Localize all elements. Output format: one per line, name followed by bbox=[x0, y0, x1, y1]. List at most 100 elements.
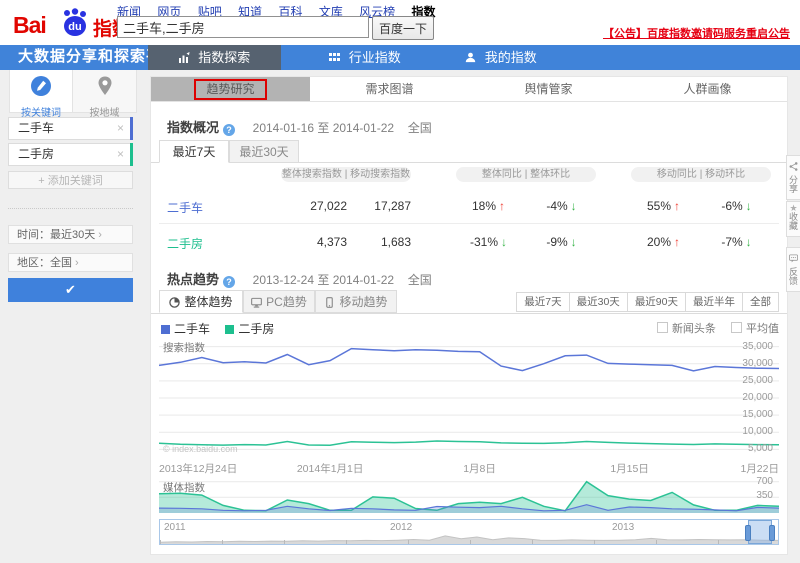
mobile-yoy: 55% ↑ bbox=[646, 199, 681, 213]
tab-sentiment-manager[interactable]: 舆情管家 bbox=[469, 77, 628, 101]
keyword-item-0[interactable]: 二手车 × bbox=[8, 117, 133, 140]
trend-tab-pc[interactable]: PC趋势 bbox=[243, 290, 315, 313]
announcement-link[interactable]: 【公告】百度指数邀请码服务重启公告 bbox=[603, 25, 790, 41]
timeline-year-labels: 2011 2012 2013 bbox=[160, 522, 778, 534]
trend-date-range: 2013-12-24 至 2014-01-22 bbox=[252, 273, 395, 287]
speech-bubble-icon bbox=[789, 254, 798, 263]
media-index-chart-title: 媒体指数 bbox=[163, 482, 205, 494]
trend-tab-overall[interactable]: 整体趋势 bbox=[159, 290, 243, 313]
monitor-icon bbox=[251, 293, 263, 316]
column-group-search-index: 整体搜索指数 | 移动搜索指数 bbox=[281, 167, 411, 182]
chevron-right-icon: › bbox=[75, 257, 79, 269]
overall-mom: -4% ↓ bbox=[546, 199, 577, 213]
trend-tab-divider bbox=[151, 313, 787, 314]
trend-tab-label: 整体趋势 bbox=[184, 295, 233, 309]
range-button-half-year[interactable]: 最近半年 bbox=[686, 292, 743, 312]
y-tick: 10,000 bbox=[742, 426, 773, 437]
search-input[interactable] bbox=[117, 16, 369, 38]
timeline-handle-left[interactable] bbox=[745, 525, 751, 541]
range-tab-7days[interactable]: 最近7天 bbox=[159, 140, 229, 163]
search-index-chart[interactable] bbox=[159, 338, 779, 458]
trend-title: 热点趋势 bbox=[167, 272, 220, 287]
year-label: 2013 bbox=[612, 522, 635, 533]
region-filter[interactable]: 地区：全国 › bbox=[8, 253, 133, 272]
close-icon[interactable]: × bbox=[117, 144, 124, 165]
range-button-7d[interactable]: 最近7天 bbox=[516, 292, 570, 312]
nav-industry-index[interactable]: 行业指数 bbox=[310, 45, 420, 70]
range-button-30d[interactable]: 最近30天 bbox=[569, 292, 628, 312]
watermark: © index.baidu.com bbox=[163, 444, 238, 454]
main-panel: 趋势研究 需求图谱 舆情管家 人群画像 指数概况? 2014-01-16 至 2… bbox=[150, 76, 788, 555]
baidu-paw-icon: du bbox=[57, 6, 91, 45]
help-icon[interactable]: ? bbox=[223, 276, 236, 288]
sidebar-tab-by-keyword[interactable]: 按关键词 bbox=[9, 70, 73, 119]
bar-chart-icon bbox=[178, 46, 190, 71]
media-index-chart[interactable] bbox=[159, 479, 779, 513]
timeline-slider[interactable]: 2011 2012 2013 bbox=[159, 519, 779, 545]
range-tab-30days[interactable]: 最近30天 bbox=[229, 140, 299, 163]
nav-index-explore[interactable]: 指数探索 bbox=[148, 45, 281, 70]
y-tick: 20,000 bbox=[742, 392, 773, 403]
close-icon[interactable]: × bbox=[117, 118, 124, 139]
keyword-item-1[interactable]: 二手房 × bbox=[8, 143, 133, 166]
nav-my-index[interactable]: 我的指数 bbox=[446, 45, 556, 70]
y-tick: 30,000 bbox=[742, 358, 773, 369]
range-button-90d[interactable]: 最近90天 bbox=[627, 292, 686, 312]
mobile-yoy: 20% ↑ bbox=[646, 235, 681, 249]
share-icon bbox=[789, 162, 798, 171]
y-tick: 25,000 bbox=[742, 375, 773, 386]
checkbox-label[interactable]: 平均值 bbox=[746, 323, 779, 335]
timeline-selection[interactable] bbox=[745, 520, 775, 544]
favorite-button[interactable]: ★ 收藏 bbox=[786, 201, 800, 237]
keyword-color-bar bbox=[130, 143, 133, 166]
time-filter-label: 时间：最近30天 bbox=[17, 229, 96, 241]
legend-item-car[interactable]: 二手车 bbox=[161, 322, 210, 336]
trend-tab-mobile[interactable]: 移动趋势 bbox=[315, 290, 397, 313]
trend-region: 全国 bbox=[407, 273, 432, 287]
overview-region: 全国 bbox=[407, 121, 432, 135]
timeline-handle-right[interactable] bbox=[769, 525, 775, 541]
y-tick: 350 bbox=[756, 490, 773, 501]
trend-arrow-icon: ↑ bbox=[674, 199, 681, 213]
help-icon[interactable]: ? bbox=[223, 124, 236, 136]
checkbox-average[interactable] bbox=[731, 322, 742, 333]
overview-title: 指数概况 bbox=[167, 120, 220, 135]
apply-filters-button[interactable]: ✔ bbox=[8, 278, 133, 302]
baidu-logo-text: Bai bbox=[13, 12, 47, 38]
trend-arrow-icon: ↓ bbox=[570, 199, 577, 213]
nav-item-label: 我的指数 bbox=[484, 50, 537, 65]
mobile-search-index: 1,683 bbox=[380, 235, 411, 249]
checkbox-news-headlines[interactable] bbox=[656, 322, 668, 333]
trend-tab-label: 移动趋势 bbox=[339, 295, 388, 309]
feedback-button[interactable]: 反馈 bbox=[786, 247, 800, 292]
x-tick: 2013年12月24日 bbox=[159, 463, 238, 475]
tab-audience-profile[interactable]: 人群画像 bbox=[628, 77, 787, 101]
add-keyword-button[interactable]: + 添加关键词 bbox=[8, 171, 133, 189]
map-pin-icon bbox=[98, 76, 111, 95]
tab-trend-research[interactable]: 趋势研究 bbox=[151, 77, 310, 101]
trend-range-buttons: 最近7天 最近30天 最近90天 最近半年 全部 bbox=[516, 292, 779, 312]
grid-icon bbox=[329, 46, 341, 71]
y-tick: 15,000 bbox=[742, 409, 773, 420]
region-filter-label: 地区：全国 bbox=[17, 257, 72, 269]
overview-section-header: 指数概况? 2014-01-16 至 2014-01-22 全国 bbox=[167, 117, 432, 136]
y-tick: 700 bbox=[756, 476, 773, 487]
row-keyword[interactable]: 二手房 bbox=[167, 235, 257, 252]
search-button[interactable]: 百度一下 bbox=[372, 16, 434, 40]
row-keyword[interactable]: 二手车 bbox=[167, 199, 257, 216]
checkbox-label[interactable]: 新闻头条 bbox=[672, 323, 716, 335]
time-filter[interactable]: 时间：最近30天 › bbox=[8, 225, 133, 244]
range-button-all[interactable]: 全部 bbox=[743, 292, 779, 312]
sidebar-tab-by-region[interactable]: 按地域 bbox=[73, 70, 137, 119]
timeline-ticks bbox=[160, 540, 778, 544]
legend-item-house[interactable]: 二手房 bbox=[225, 322, 274, 336]
trend-tab-label: PC趋势 bbox=[266, 295, 307, 309]
feedback-label: 反馈 bbox=[788, 267, 798, 286]
trend-arrow-icon: ↑ bbox=[674, 235, 681, 249]
overview-date-range: 2014-01-16 至 2014-01-22 bbox=[252, 121, 395, 135]
tab-demand-map[interactable]: 需求图谱 bbox=[310, 77, 469, 101]
legend-chip-blue bbox=[161, 325, 170, 334]
share-button[interactable]: 分享 bbox=[786, 155, 800, 200]
mobile-mom: -6% ↓ bbox=[721, 199, 752, 213]
phone-icon bbox=[324, 293, 335, 316]
